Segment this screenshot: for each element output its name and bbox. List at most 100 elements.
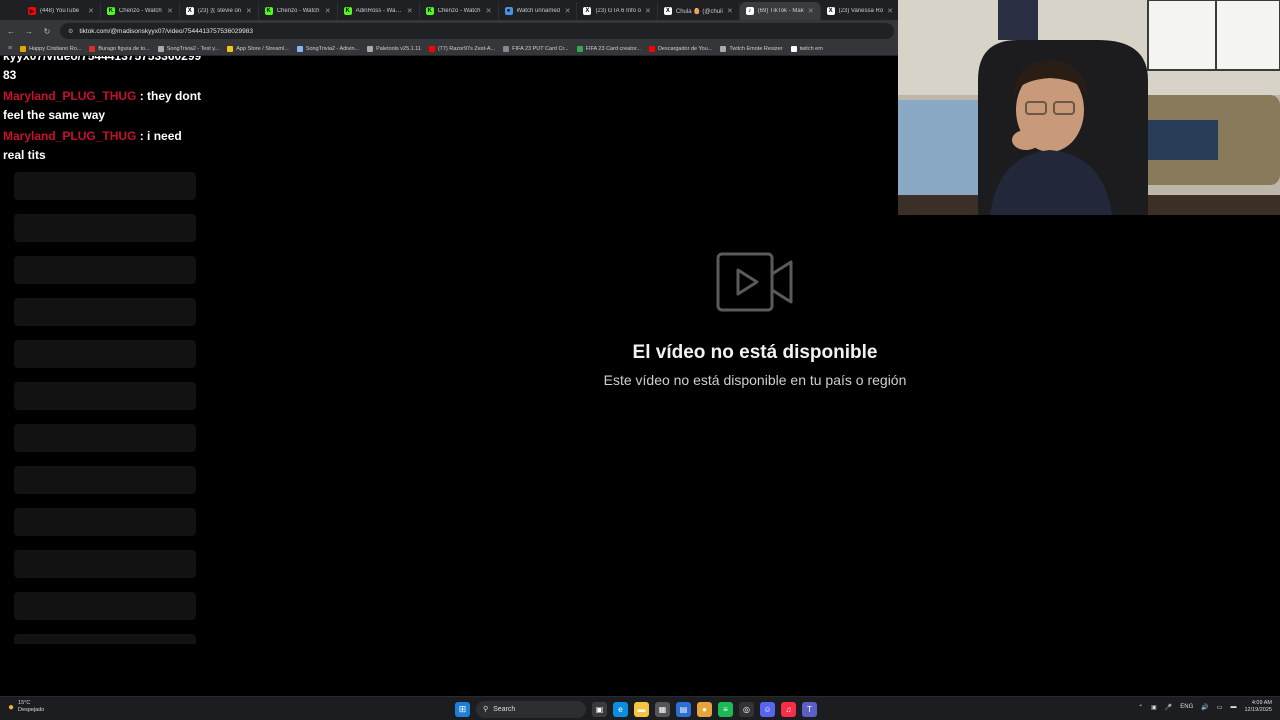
weather-widget[interactable]: ● 15°C Despejado — [8, 700, 44, 714]
reload-icon[interactable]: ↻ — [42, 27, 52, 36]
bookmark-item[interactable]: Burago figura de to... — [89, 45, 150, 52]
display-icon[interactable]: ▭ — [1217, 704, 1223, 711]
bookmark-favicon-icon — [89, 45, 96, 52]
tab-label: Chenzo - Watch — [276, 8, 320, 14]
teams-icon[interactable]: T — [802, 701, 817, 717]
close-tab-icon[interactable]: ✕ — [887, 7, 893, 15]
start-button[interactable]: ⊞ — [455, 701, 470, 717]
browser-tab[interactable]: K AdinRoss - Watch ✕ — [338, 2, 420, 20]
close-tab-icon[interactable]: ✕ — [407, 7, 413, 15]
search-label: Search — [493, 705, 516, 713]
tab-label: Watch unnamed — [516, 8, 560, 14]
back-icon[interactable]: ← — [6, 27, 16, 36]
edge-icon[interactable]: e — [613, 701, 628, 717]
bookmark-item[interactable]: Descargador de You... — [648, 45, 712, 52]
close-tab-icon[interactable]: ✕ — [167, 7, 173, 15]
bookmark-favicon-icon — [503, 45, 510, 52]
forward-icon[interactable]: → — [24, 27, 34, 36]
browser-tab[interactable]: ● Watch unnamed ✕ — [499, 2, 578, 20]
clock-date: 12/19/2025 — [1244, 707, 1272, 713]
calculator-icon[interactable]: ▦ — [655, 701, 670, 717]
browser-tab[interactable]: ♪ (69) TikTok - Mak ✕ — [739, 2, 821, 20]
bookmark-item[interactable]: FIFA 23 Card creator... — [576, 45, 641, 52]
close-tab-icon[interactable]: ✕ — [645, 7, 651, 15]
language-indicator[interactable]: ENG — [1180, 704, 1193, 710]
music-icon[interactable]: ♫ — [781, 701, 796, 717]
tab-favicon-icon: K — [343, 7, 352, 15]
chat-message: Maryland_PLUG_THUG : they dont feel the … — [0, 85, 206, 125]
browser-toolbar: ← → ↻ ⚙ tiktok.com/@madisonskyyx07/video… — [0, 20, 900, 42]
comments-skeleton — [14, 172, 196, 644]
taskbar-center: ⊞ ⚲ Search ▣ e ▬ ▦ ▤ ● ≡ ◎ ☺ ♫ T — [455, 699, 817, 719]
bookmark-label: Burago figura de to... — [98, 45, 150, 52]
taskbar-search[interactable]: ⚲ Search — [476, 700, 586, 718]
chat-partial-line: kyyx07/video/754441375753360299 — [3, 56, 202, 63]
bookmark-item[interactable]: twitch em — [790, 45, 823, 52]
browser-tab[interactable]: K Chenzo - Watch ✕ — [259, 2, 338, 20]
close-tab-icon[interactable]: ✕ — [486, 7, 492, 15]
bookmark-label: App Store / Streaml... — [236, 45, 289, 52]
bookmark-item[interactable]: App Store / Streaml... — [227, 45, 289, 52]
bookmark-favicon-icon — [157, 45, 164, 52]
screen: ▶ (448) YouTube ✕ K Chenzo - Watch ✕ X (23) 🇦 s… — [0, 0, 1280, 720]
tab-label: Chenzo - Watch — [437, 8, 481, 14]
bookmark-label: FIFA 23 Card creator... — [585, 45, 641, 52]
volume-icon[interactable]: 🔊 — [1201, 704, 1208, 711]
chat-username: Maryland_PLUG_THUG — [3, 129, 137, 143]
clock[interactable]: 4:09 AM 12/19/2025 — [1244, 700, 1272, 714]
tab-favicon-icon: ♪ — [745, 7, 754, 15]
browser-tab[interactable]: X (23) 🇦 stevie on ✕ — [180, 2, 259, 20]
tab-label: Chula 🥚 (@chuli — [675, 8, 723, 15]
tab-favicon-icon: X — [663, 7, 672, 15]
close-tab-icon[interactable]: ✕ — [325, 7, 331, 15]
file-explorer-icon[interactable]: ▬ — [634, 701, 649, 717]
chevron-up-icon[interactable]: ⌃ — [1138, 704, 1143, 711]
skeleton-row — [14, 592, 196, 620]
chrome-icon[interactable]: ● — [697, 701, 712, 717]
apps-icon[interactable]: ≡ — [8, 45, 12, 52]
bookmark-favicon-icon — [790, 45, 797, 52]
skeleton-row — [14, 634, 196, 644]
skeleton-row — [14, 214, 196, 242]
bookmark-label: FIFA 23 PUT Card Cr... — [512, 45, 569, 52]
video-camera-play-icon — [716, 252, 793, 312]
bookmark-item[interactable]: SongTrivia2 - Adivin... — [296, 45, 359, 52]
bookmark-item[interactable]: (77) Razor97s Zest-A... — [428, 45, 495, 52]
url-text: tiktok.com/@madisonskyyx07/video/7544413… — [79, 27, 253, 35]
address-bar[interactable]: ⚙ tiktok.com/@madisonskyyx07/video/75444… — [60, 23, 894, 39]
close-tab-icon[interactable]: ✕ — [808, 7, 814, 15]
store-icon[interactable]: ▤ — [676, 701, 691, 717]
discord-icon[interactable]: ☺ — [760, 701, 775, 717]
weather-icon: ● — [8, 701, 15, 713]
close-tab-icon[interactable]: ✕ — [727, 7, 733, 15]
site-info-icon[interactable]: ⚙ — [68, 28, 73, 35]
browser-tab[interactable]: X (23) Vanessa Ro ✕ — [821, 2, 900, 20]
skeleton-row — [14, 466, 196, 494]
task-view-icon[interactable]: ▣ — [592, 701, 607, 717]
close-tab-icon[interactable]: ✕ — [246, 7, 252, 15]
browser-tab[interactable]: K Chenzo - Watch ✕ — [420, 2, 499, 20]
mic-icon[interactable]: 🎤 — [1165, 704, 1172, 711]
bookmark-favicon-icon — [20, 45, 27, 52]
bookmark-favicon-icon — [428, 45, 435, 52]
bookmark-item[interactable]: Twitch Emote Resizer — [720, 45, 783, 52]
clock-time: 4:09 AM — [1251, 700, 1272, 706]
bookmark-item[interactable]: SongTrivia2 - Test y... — [157, 45, 219, 52]
bookmark-favicon-icon — [576, 45, 583, 52]
close-tab-icon[interactable]: ✕ — [565, 7, 571, 15]
browser-tab[interactable]: X (23) GTA 6 Info o ✕ — [577, 2, 658, 20]
spotify-icon[interactable]: ≡ — [718, 701, 733, 717]
tab-favicon-icon: X — [583, 7, 592, 15]
bookmark-item[interactable]: Happy Cristiano Ro... — [20, 45, 81, 52]
browser-tab[interactable]: ▶ (448) YouTube ✕ — [22, 2, 101, 20]
tab-label: Chenzo - Watch — [118, 8, 162, 14]
close-tab-icon[interactable]: ✕ — [88, 7, 94, 15]
network-tray-icon[interactable]: ▣ — [1151, 704, 1157, 711]
bookmark-item[interactable]: FIFA 23 PUT Card Cr... — [503, 45, 569, 52]
bookmark-item[interactable]: Paletools v25.1.11 — [367, 45, 421, 52]
browser-tab[interactable]: K Chenzo - Watch ✕ — [101, 2, 180, 20]
battery-icon[interactable]: ▬ — [1230, 704, 1236, 710]
skeleton-row — [14, 340, 196, 368]
obs-icon[interactable]: ◎ — [739, 701, 754, 717]
browser-tab[interactable]: X Chula 🥚 (@chuli ✕ — [658, 2, 740, 20]
